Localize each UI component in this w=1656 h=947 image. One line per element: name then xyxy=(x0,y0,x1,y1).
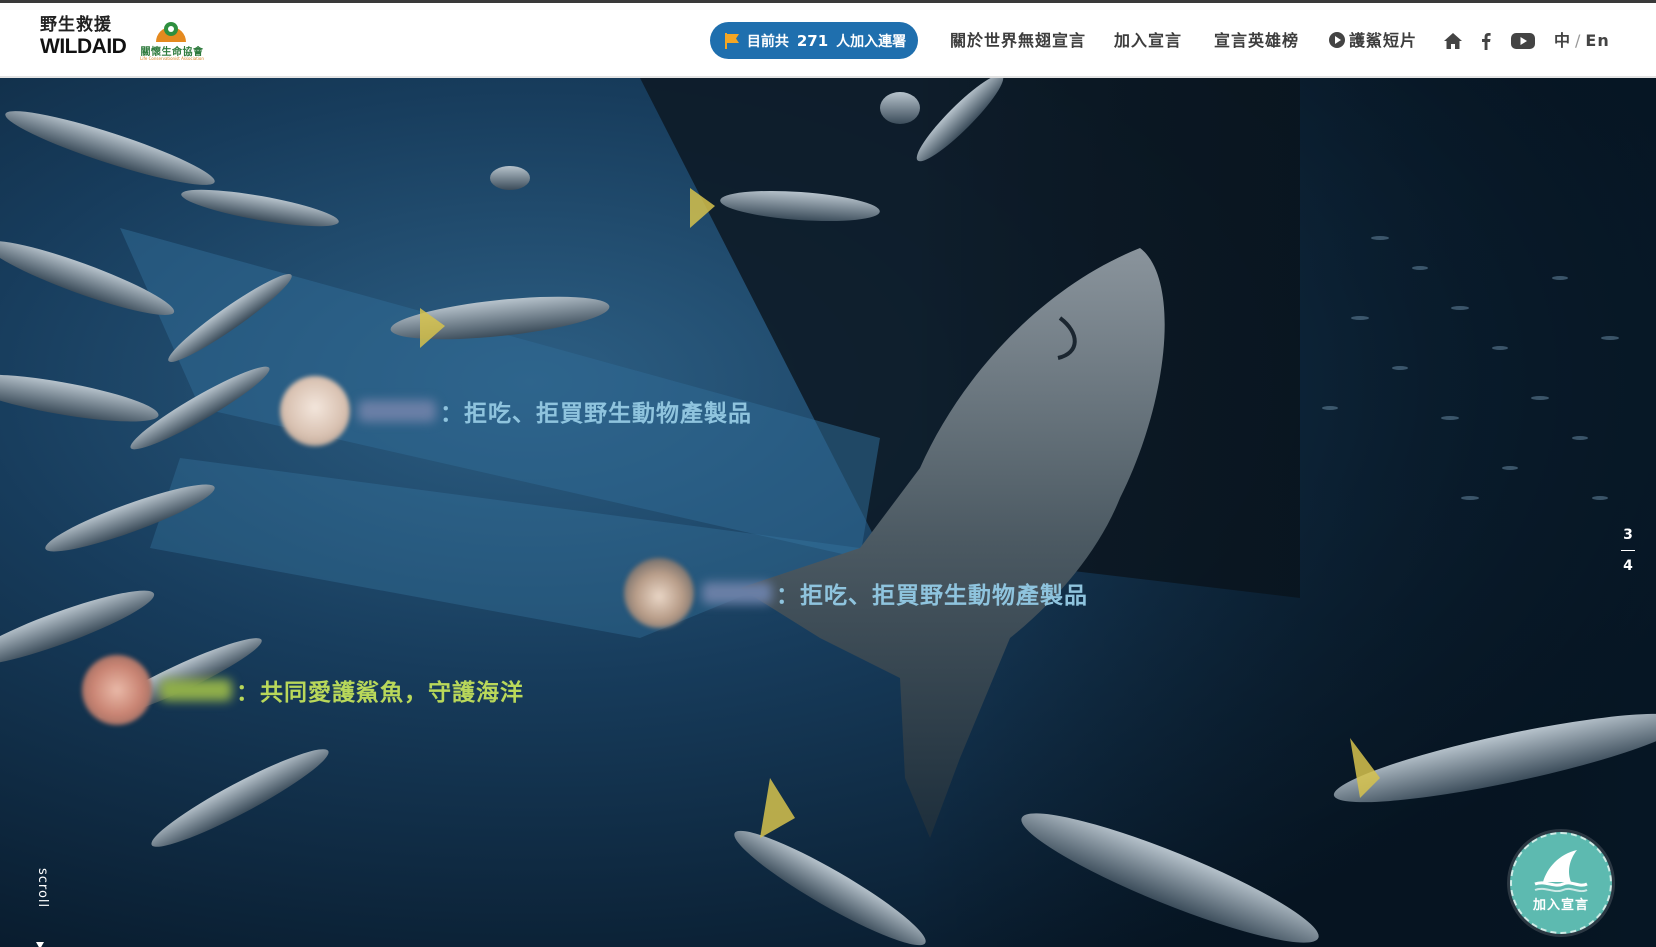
blurred-username xyxy=(702,582,772,604)
join-button-label: 加入宣言 xyxy=(1532,897,1589,913)
counter-prefix: 目前共 xyxy=(746,33,789,50)
nav-join[interactable]: 加入宣言 xyxy=(1114,27,1183,55)
pledge-text: ：共同愛護鯊魚，守護海洋 xyxy=(236,680,524,706)
lca-logo-mark-icon xyxy=(156,22,186,42)
youtube-icon[interactable] xyxy=(1510,29,1536,53)
pledge-item-2: ：拒吃、拒買野生動物產製品 xyxy=(624,558,1088,628)
hero-underwater-image xyxy=(0,78,1656,947)
pledge-item-3: ：共同愛護鯊魚，守護海洋 xyxy=(82,655,524,725)
pager-divider xyxy=(1621,550,1635,551)
nav-videos[interactable]: 護鯊短片 xyxy=(1329,27,1417,55)
pledge-text: ：拒吃、拒買野生動物產製品 xyxy=(776,583,1088,609)
wildaid-logo[interactable]: 野生救援 WILDAID xyxy=(40,15,127,63)
avatar xyxy=(624,558,694,628)
lca-logo[interactable]: 關懷生命協會 Life Conservationist Association xyxy=(134,16,210,62)
lang-en[interactable]: En xyxy=(1585,31,1609,50)
pager-total: 4 xyxy=(1623,558,1633,574)
lca-logo-sub: Life Conservationist Association xyxy=(140,56,204,61)
blurred-username xyxy=(358,400,436,422)
home-icon[interactable] xyxy=(1442,29,1464,53)
shark-fin-icon xyxy=(1534,849,1588,892)
flag-icon xyxy=(724,32,739,49)
slide-pager[interactable]: 3 4 xyxy=(1616,527,1640,574)
signature-counter[interactable]: 目前共 271 人加入連署 xyxy=(710,22,918,59)
pager-current: 3 xyxy=(1623,527,1633,543)
nav-about[interactable]: 關於世界無翅宣言 xyxy=(950,27,1086,55)
nav-videos-label: 護鯊短片 xyxy=(1349,31,1418,50)
lang-separator: / xyxy=(1575,31,1582,50)
play-icon xyxy=(1329,32,1345,48)
nav-heroes[interactable]: 宣言英雄榜 xyxy=(1214,27,1299,55)
join-pledge-button[interactable]: 加入宣言 xyxy=(1510,832,1612,934)
wildaid-logo-cn: 野生救援 xyxy=(40,15,112,35)
wildaid-logo-en: WILDAID xyxy=(40,35,127,58)
avatar xyxy=(82,655,152,725)
pledge-item-1: ：拒吃、拒買野生動物產製品 xyxy=(280,376,752,446)
counter-suffix: 人加入連署 xyxy=(836,33,907,50)
hero-section: ：拒吃、拒買野生動物產製品 ：拒吃、拒買野生動物產製品 ：共同愛護鯊魚，守護海洋… xyxy=(0,78,1656,947)
language-switcher: 中 / En xyxy=(1554,27,1610,55)
facebook-icon[interactable] xyxy=(1478,29,1494,53)
arrow-down-icon xyxy=(36,942,44,947)
pledge-text: ：拒吃、拒買野生動物產製品 xyxy=(440,401,752,427)
blurred-username xyxy=(160,679,232,701)
avatar xyxy=(280,376,350,446)
site-header: 野生救援 WILDAID 關懷生命協會 Life Conservationist… xyxy=(0,0,1656,78)
lang-zh[interactable]: 中 xyxy=(1554,31,1571,50)
scroll-label: scroll xyxy=(35,868,50,909)
counter-number: 271 xyxy=(796,31,829,50)
scroll-indicator[interactable]: scroll xyxy=(28,868,52,947)
